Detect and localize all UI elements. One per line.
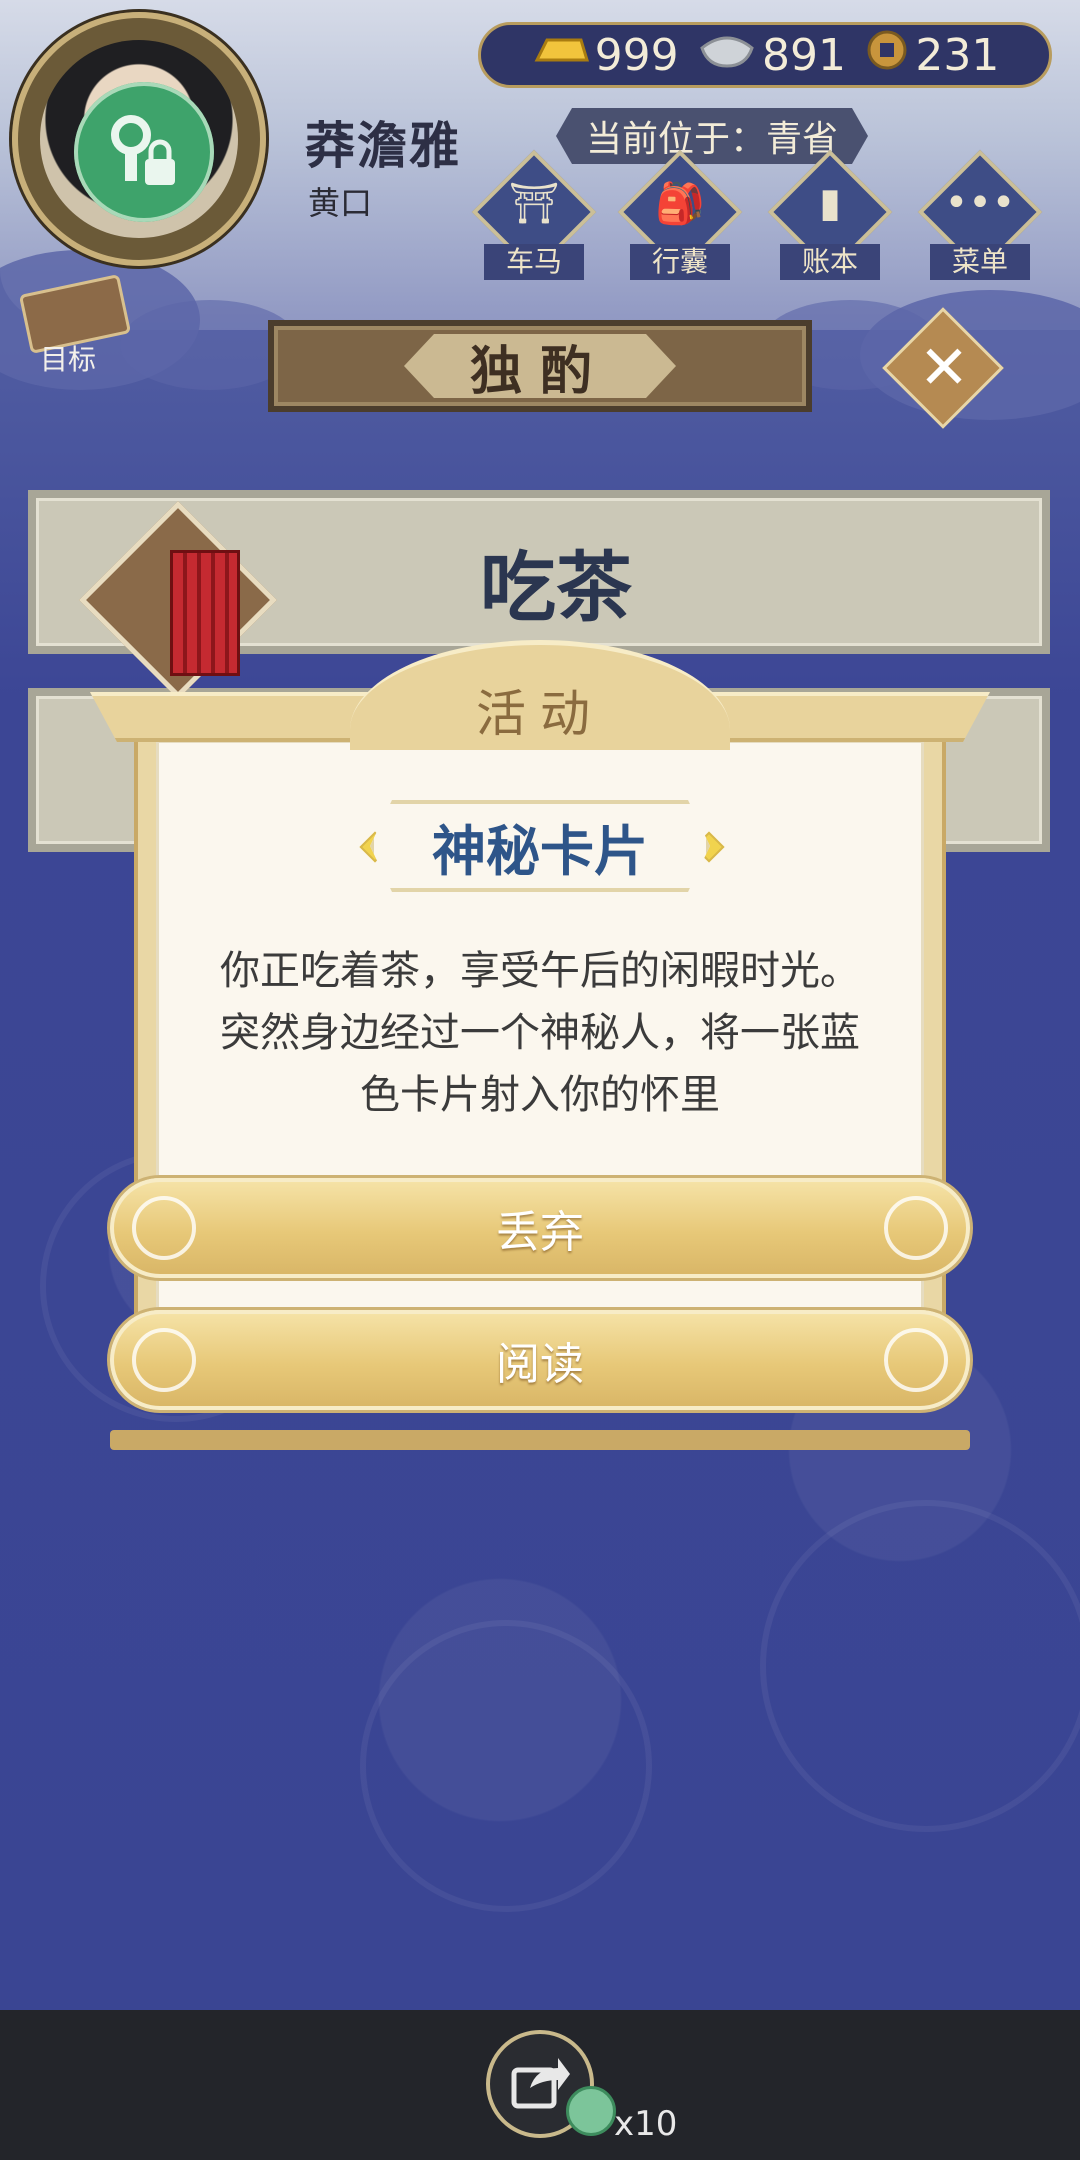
bag-icon: 🎒: [655, 181, 705, 227]
page-title-plaque: 独酌: [268, 320, 812, 412]
silver-ingot-icon: [698, 30, 756, 81]
cloud-ornament-icon: [884, 1196, 948, 1260]
jade-token-icon: [566, 2086, 616, 2136]
discard-button[interactable]: 丢弃: [110, 1178, 970, 1278]
copper-amount: 231: [915, 29, 1000, 81]
lock-icon: [74, 82, 214, 222]
cloud-ornament-icon: [132, 1328, 196, 1392]
dialog-heading: 活动: [476, 685, 604, 743]
nav-bag-button[interactable]: 🎒 行囊: [617, 149, 743, 284]
currency-bar: 999 891 231: [478, 22, 1052, 88]
nav-ledger-label: 账本: [780, 244, 880, 280]
share-count: x10: [614, 2104, 678, 2144]
discard-label: 丢弃: [496, 1207, 584, 1258]
goal-label: 目标: [39, 343, 96, 376]
player-title: 黄口: [308, 184, 373, 222]
nav-menu-button[interactable]: ••• 菜单: [917, 149, 1043, 284]
silver-counter: 891: [698, 30, 846, 81]
location-label: 当前位于：青省: [556, 108, 868, 164]
nav-carriage-label: 车马: [484, 244, 584, 280]
menu-icon: •••: [944, 180, 1016, 226]
goal-button[interactable]: 目标: [14, 274, 132, 376]
swirl-decoration: [360, 1620, 652, 1912]
gold-amount: 999: [594, 29, 679, 81]
gold-ingot-icon: [531, 30, 589, 81]
copper-coin-icon: [865, 28, 909, 83]
nav-bag-label: 行囊: [630, 244, 730, 280]
close-icon: ✕: [918, 333, 970, 403]
nav-menu-label: 菜单: [930, 244, 1030, 280]
copper-counter: 231: [865, 28, 999, 83]
ledger-icon: ▮: [818, 180, 841, 226]
gold-counter: 999: [531, 30, 679, 81]
nav-carriage-button[interactable]: ⛩ 车马: [471, 149, 597, 284]
share-icon: [508, 2052, 572, 2116]
read-button[interactable]: 阅读: [110, 1310, 970, 1410]
card-name: 神秘卡片: [370, 800, 710, 892]
nav-ledger-button[interactable]: ▮ 账本: [767, 149, 893, 284]
page-title: 独酌: [404, 334, 676, 398]
read-label: 阅读: [496, 1339, 584, 1390]
cloud-ornament-icon: [132, 1196, 196, 1260]
activity-dialog: 活动 神秘卡片 你正吃着茶，享受午后的闲暇时光。突然身边经过一个神秘人，将一张蓝…: [90, 640, 990, 1450]
carriage-icon: ⛩: [508, 181, 560, 227]
dialog-base: [110, 1430, 970, 1450]
player-name: 莽澹雅: [305, 117, 461, 175]
cloud-ornament-icon: [884, 1328, 948, 1392]
silver-amount: 891: [762, 29, 846, 81]
avatar[interactable]: [12, 12, 266, 266]
activity-row-title: 吃茶: [480, 543, 632, 632]
swirl-decoration: [760, 1500, 1080, 1832]
dialog-message: 你正吃着茶，享受午后的闲暇时光。突然身边经过一个神秘人，将一张蓝色卡片射入你的怀…: [220, 948, 860, 1118]
